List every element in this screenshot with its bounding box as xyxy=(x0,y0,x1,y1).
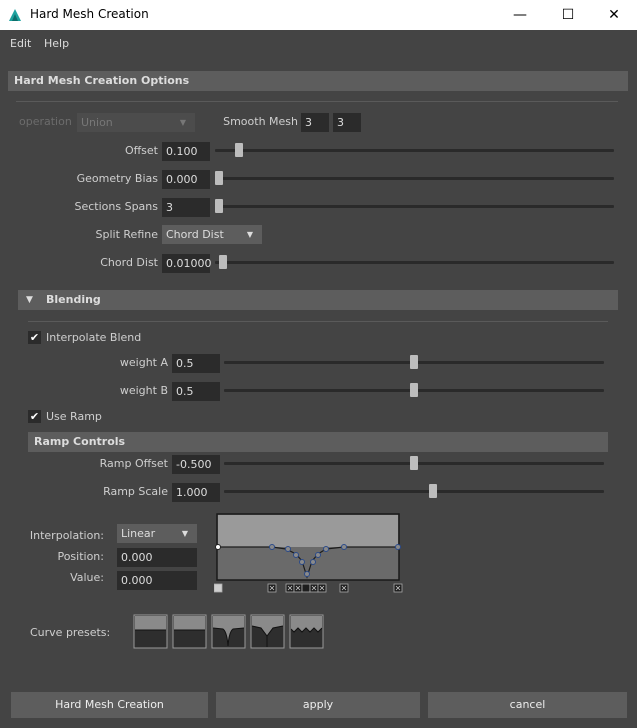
menu-help[interactable]: Help xyxy=(44,37,69,50)
sections-spans-slider[interactable] xyxy=(215,205,614,208)
weight-a-label: weight A xyxy=(119,356,168,369)
operation-dropdown[interactable]: Union ▼ xyxy=(77,113,195,132)
close-button[interactable]: ✕ xyxy=(591,0,637,30)
interpolation-value: Linear xyxy=(121,527,156,540)
hard-mesh-creation-button[interactable]: Hard Mesh Creation xyxy=(11,692,208,718)
smooth-mesh-field-1[interactable]: 3 xyxy=(301,113,329,132)
smooth-mesh-label: Smooth Mesh xyxy=(223,115,298,128)
geometry-bias-label: Geometry Bias xyxy=(76,172,158,185)
title-bar: Hard Mesh Creation — ☐ ✕ xyxy=(0,0,637,30)
ramp-graph[interactable] xyxy=(214,512,404,596)
ramp-scale-label: Ramp Scale xyxy=(103,485,168,498)
ramp-point[interactable] xyxy=(315,552,321,558)
separator xyxy=(28,321,608,322)
curve-preset-sharp-dip[interactable] xyxy=(250,614,285,649)
offset-label: Offset xyxy=(124,144,158,157)
curve-presets[interactable] xyxy=(133,614,329,650)
geometry-bias-slider-handle[interactable] xyxy=(215,171,223,185)
ramp-markers[interactable] xyxy=(214,583,403,593)
smooth-mesh-field-2[interactable]: 3 xyxy=(333,113,361,132)
value-field[interactable]: 0.000 xyxy=(117,571,197,590)
ramp-controls-header: Ramp Controls xyxy=(28,432,608,452)
interpolate-blend-checkbox[interactable]: ✔ xyxy=(28,331,41,344)
weight-b-label: weight B xyxy=(119,384,168,397)
menu-bar xyxy=(0,30,637,58)
ramp-graph-upper xyxy=(218,515,398,547)
ramp-point[interactable] xyxy=(341,544,347,550)
operation-value: Union xyxy=(81,116,113,129)
value-label: Value: xyxy=(70,571,104,584)
ramp-marker-selected[interactable] xyxy=(214,583,223,593)
offset-slider-handle[interactable] xyxy=(234,143,243,157)
weight-b-field[interactable]: 0.5 xyxy=(172,382,220,401)
sections-spans-field[interactable]: 3 xyxy=(162,198,210,217)
curve-preset-flat[interactable] xyxy=(133,614,168,649)
ramp-offset-field[interactable]: -0.500 xyxy=(172,455,220,474)
menu-edit[interactable]: Edit xyxy=(10,37,31,50)
offset-slider[interactable] xyxy=(215,149,614,152)
separator xyxy=(16,101,618,102)
ramp-point[interactable] xyxy=(299,559,305,565)
geometry-bias-field[interactable]: 0.000 xyxy=(162,170,210,189)
minimize-button[interactable]: — xyxy=(497,0,543,30)
chord-dist-slider-handle[interactable] xyxy=(218,255,227,269)
curve-preset-zigzag[interactable] xyxy=(289,614,324,649)
ramp-scale-field[interactable]: 1.000 xyxy=(172,483,220,502)
sections-spans-slider-handle[interactable] xyxy=(215,199,223,213)
collapse-arrow-icon[interactable]: ▼ xyxy=(26,290,33,310)
ramp-point[interactable] xyxy=(310,559,316,565)
curve-presets-label: Curve presets: xyxy=(30,626,111,639)
split-refine-dropdown[interactable]: Chord Dist ▼ xyxy=(162,225,262,244)
maximize-button[interactable]: ☐ xyxy=(545,0,591,30)
chevron-down-icon: ▼ xyxy=(246,230,254,239)
chevron-down-icon: ▼ xyxy=(179,118,187,127)
interpolation-dropdown[interactable]: Linear ▼ xyxy=(117,524,197,543)
weight-a-field[interactable]: 0.5 xyxy=(172,354,220,373)
position-field[interactable]: 0.000 xyxy=(117,548,197,567)
offset-field[interactable]: 0.100 xyxy=(162,142,210,161)
position-label: Position: xyxy=(57,550,104,563)
ramp-scale-slider-handle[interactable] xyxy=(428,484,437,498)
ramp-marker[interactable] xyxy=(301,583,311,593)
split-refine-value: Chord Dist xyxy=(166,228,224,241)
ramp-point[interactable] xyxy=(269,544,275,550)
ramp-point[interactable] xyxy=(285,546,291,552)
options-header: Hard Mesh Creation Options xyxy=(8,71,628,91)
ramp-point[interactable] xyxy=(215,544,221,550)
apply-button[interactable]: apply xyxy=(216,692,420,718)
operation-label: operation xyxy=(19,115,72,128)
chevron-down-icon: ▼ xyxy=(181,529,189,538)
split-refine-label: Split Refine xyxy=(95,228,158,241)
ramp-offset-slider-handle[interactable] xyxy=(410,456,418,470)
interpolate-blend-label: Interpolate Blend xyxy=(46,331,142,344)
cancel-button[interactable]: cancel xyxy=(428,692,627,718)
sections-spans-label: Sections Spans xyxy=(74,200,158,213)
weight-b-slider-handle[interactable] xyxy=(410,383,418,397)
chord-dist-field[interactable]: 0.01000 xyxy=(162,254,212,273)
use-ramp-checkbox[interactable]: ✔ xyxy=(28,410,41,423)
curve-preset-soft-dip[interactable] xyxy=(211,614,246,649)
blending-header-label: Blending xyxy=(46,293,101,306)
chord-dist-slider[interactable] xyxy=(215,261,614,264)
ramp-point[interactable] xyxy=(395,544,401,550)
ramp-point[interactable] xyxy=(323,546,329,552)
chord-dist-label: Chord Dist xyxy=(100,256,158,269)
use-ramp-label: Use Ramp xyxy=(46,410,102,423)
ramp-offset-label: Ramp Offset xyxy=(99,457,168,470)
ramp-point[interactable] xyxy=(304,571,310,577)
blending-header[interactable]: ▼ Blending xyxy=(18,290,618,310)
interpolation-label: Interpolation: xyxy=(29,529,104,542)
curve-preset-flat-steps[interactable] xyxy=(172,614,207,649)
window-title: Hard Mesh Creation xyxy=(30,7,149,21)
ramp-point[interactable] xyxy=(293,552,299,558)
geometry-bias-slider[interactable] xyxy=(215,177,614,180)
app-icon xyxy=(9,9,21,21)
ramp-scale-slider[interactable] xyxy=(224,490,604,493)
weight-a-slider-handle[interactable] xyxy=(410,355,418,369)
